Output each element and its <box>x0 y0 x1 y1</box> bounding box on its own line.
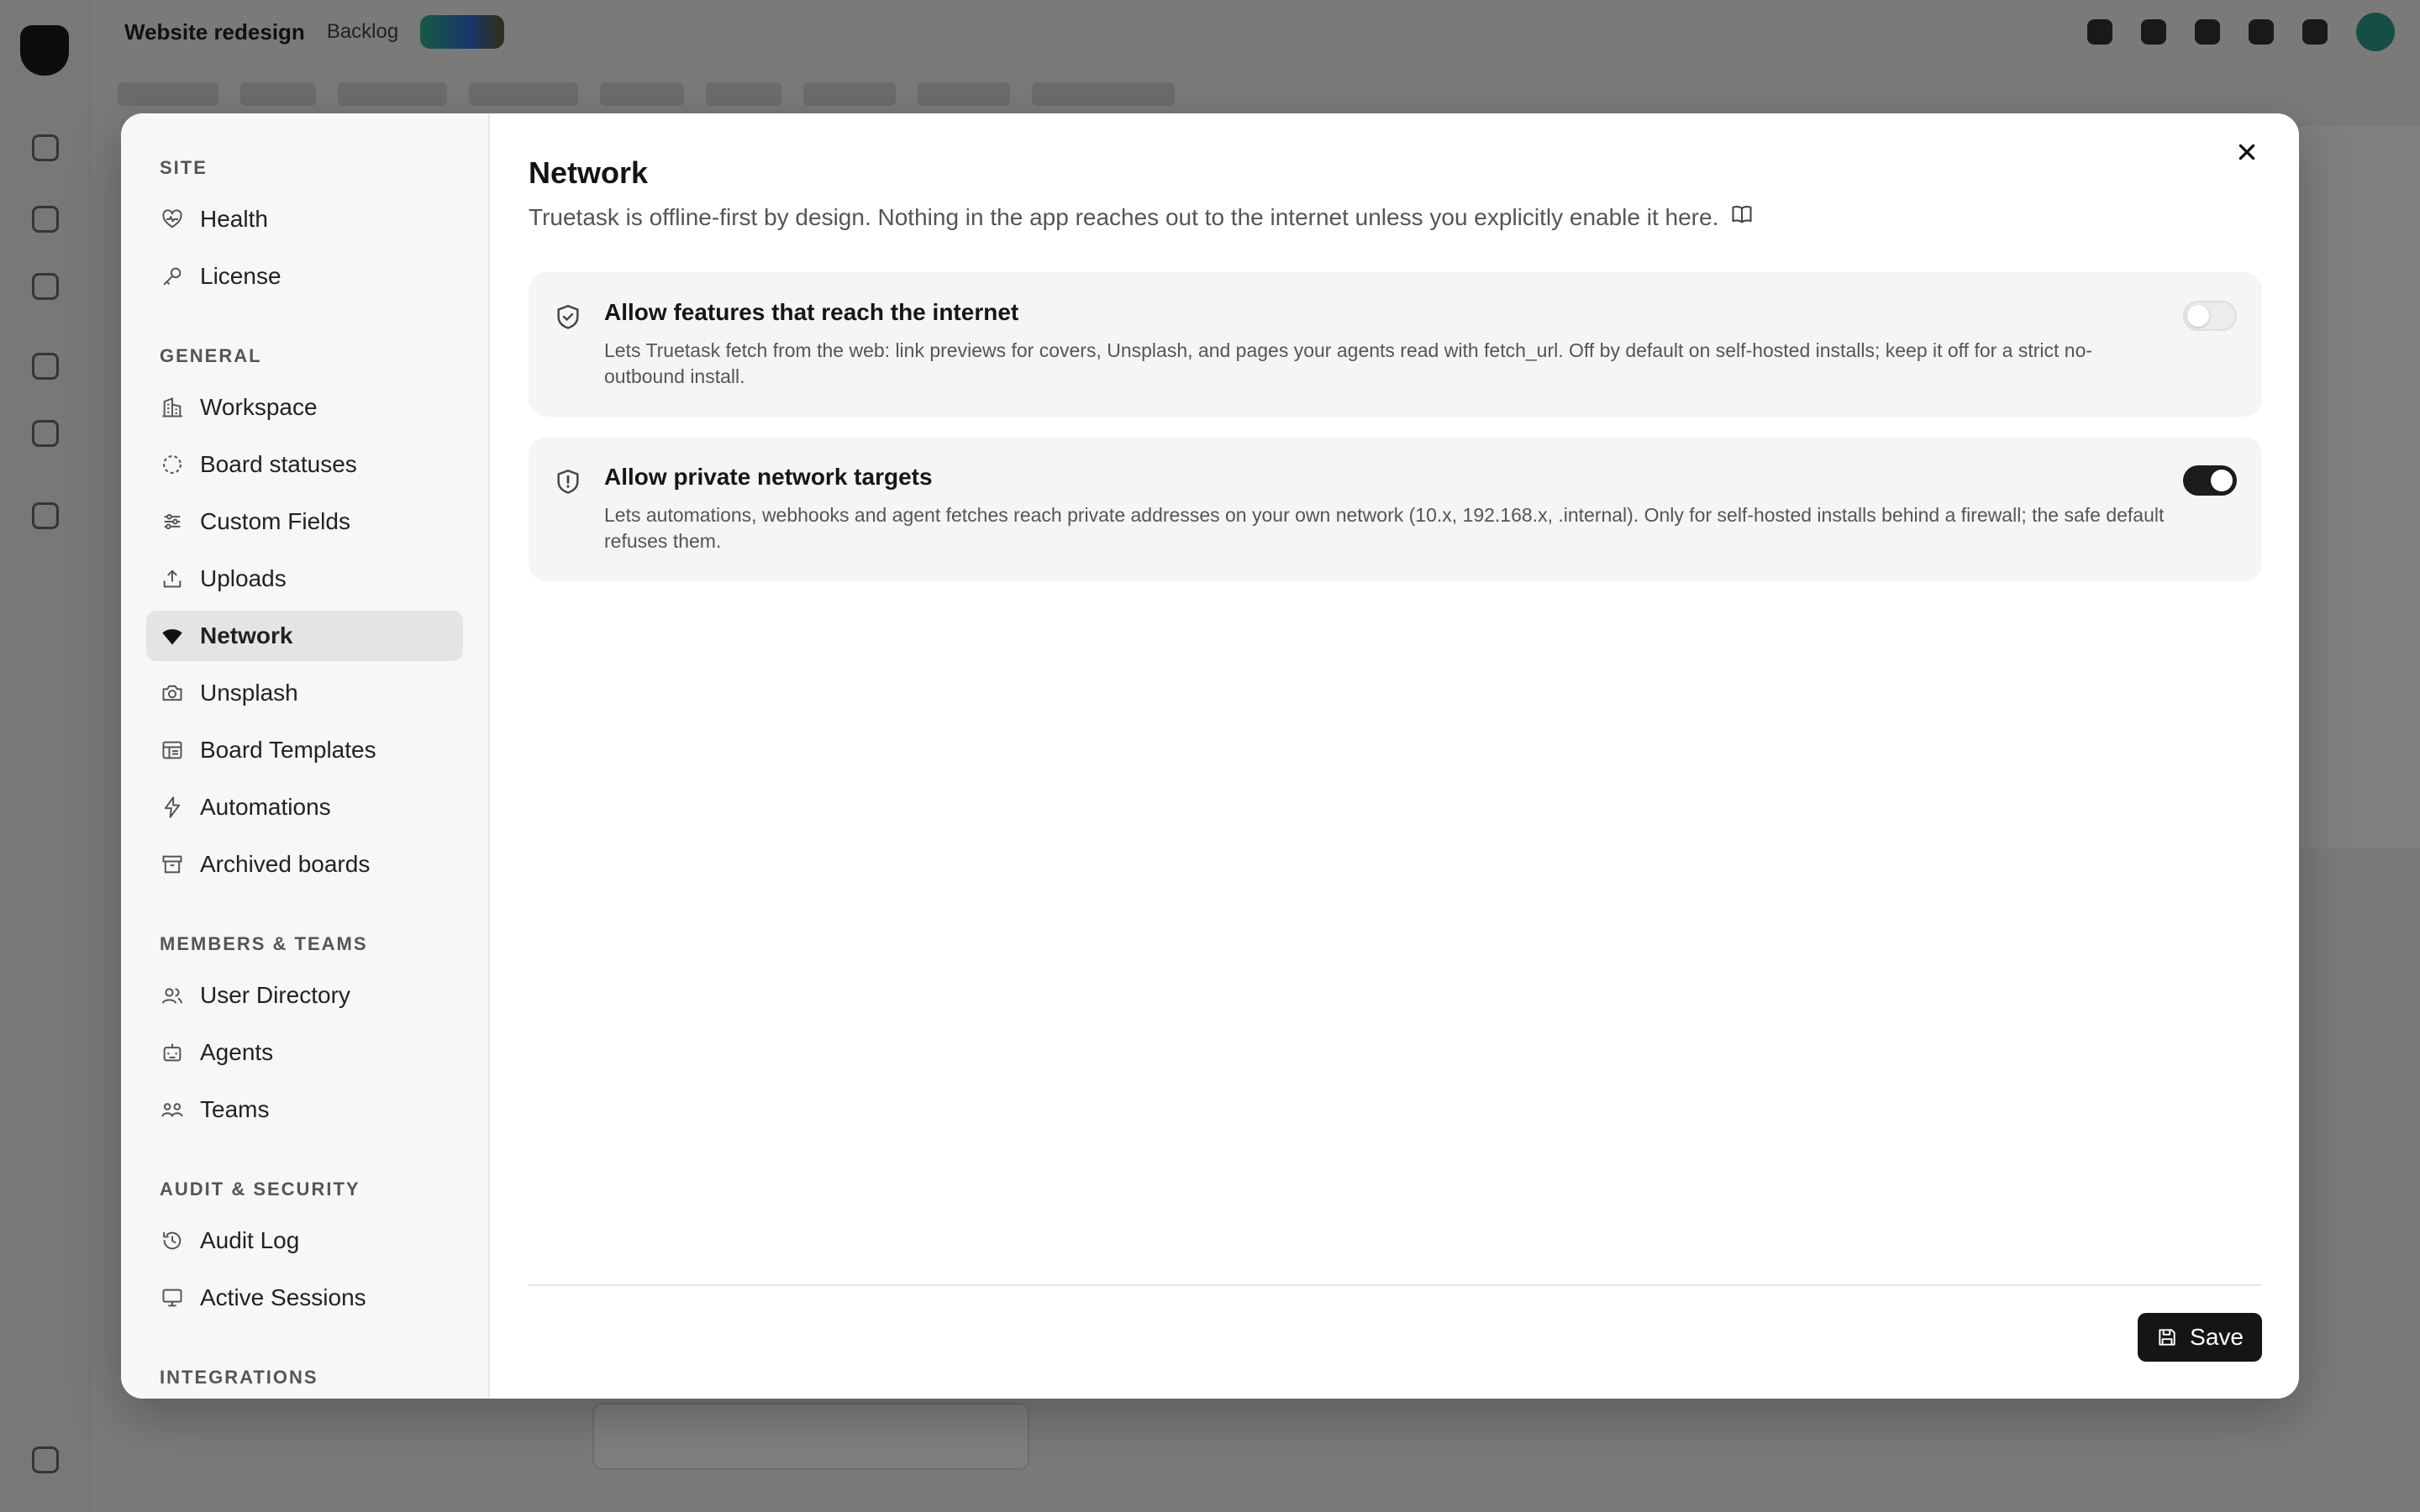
section-title-site: SITE <box>160 157 208 178</box>
camera-icon <box>160 680 185 706</box>
sidebar-item-workspace[interactable]: Workspace <box>146 382 463 433</box>
key-icon <box>160 264 185 289</box>
sidebar-item-label: Network <box>200 622 293 648</box>
save-button[interactable]: Save <box>2138 1313 2262 1362</box>
settings-content: Network Truetask is offline-first by des… <box>490 113 2299 1399</box>
book-icon[interactable] <box>1730 202 1754 232</box>
sidebar-item-automations[interactable]: Automations <box>146 782 463 832</box>
sidebar-item-teams[interactable]: Teams <box>146 1084 463 1135</box>
sidebar-item-label: Board statuses <box>200 451 357 477</box>
sidebar-item-label: Health <box>200 206 268 232</box>
building-icon <box>160 395 185 420</box>
setting-toggle[interactable] <box>2183 465 2237 496</box>
sidebar-item-label: Workspace <box>200 394 318 420</box>
setting-title: Allow features that reach the internet <box>604 299 1019 325</box>
page-title: Network <box>529 155 649 190</box>
section-title-members-and-teams: MEMBERS & TEAMS <box>160 933 368 954</box>
sidebar-item-unsplash[interactable]: Unsplash <box>146 668 463 718</box>
settings-list: Allow features that reach the internet Le… <box>529 272 2262 581</box>
sidebar-item-label: User Directory <box>200 982 350 1008</box>
save-button-label: Save <box>2190 1324 2244 1350</box>
sidebar-item-custom-fields[interactable]: Custom Fields <box>146 496 463 547</box>
sidebar-item-archived-boards[interactable]: Archived boards <box>146 839 463 890</box>
close-button[interactable] <box>2227 132 2267 172</box>
heart-pulse-icon <box>160 207 185 232</box>
sidebar-item-label: Agents <box>200 1039 274 1065</box>
section-title-general: GENERAL <box>160 345 262 366</box>
bot-icon <box>160 1040 185 1065</box>
setting-description: Lets automations, webhooks and agent fet… <box>604 504 2165 552</box>
sidebar-item-network[interactable]: Network <box>146 611 463 661</box>
sidebar-item-board-templates[interactable]: Board Templates <box>146 725 463 775</box>
setting-description: Lets Truetask fetch from the web: link p… <box>604 339 2093 387</box>
shield-alert-icon <box>554 467 582 496</box>
sidebar-item-active-sessions[interactable]: Active Sessions <box>146 1273 463 1323</box>
sidebar-item-label: Audit Log <box>200 1227 300 1253</box>
sidebar-item-board-statuses[interactable]: Board statuses <box>146 439 463 490</box>
template-icon <box>160 738 185 763</box>
history-icon <box>160 1228 185 1253</box>
wifi-icon <box>160 623 185 648</box>
section-title-integrations: INTEGRATIONS <box>160 1367 318 1388</box>
save-icon <box>2159 1329 2175 1346</box>
sidebar-item-audit-log[interactable]: Audit Log <box>146 1215 463 1266</box>
sidebar-item-user-directory[interactable]: User Directory <box>146 970 463 1021</box>
sliders-icon <box>160 509 185 534</box>
sidebar-item-label: Board Templates <box>200 737 376 763</box>
sidebar-item-health[interactable]: Health <box>146 194 463 244</box>
team-icon <box>160 1097 185 1122</box>
sidebar-item-label: Uploads <box>200 565 287 591</box>
setting-card-allow-private-network-targets: Allow private network targets Lets automa… <box>529 437 2262 581</box>
toggle-knob <box>2211 470 2233 491</box>
page-description-text: Truetask is offline-first by design. Not… <box>529 203 1719 230</box>
sidebar-item-license[interactable]: License <box>146 251 463 302</box>
sidebar-item-label: Custom Fields <box>200 508 350 534</box>
setting-toggle[interactable] <box>2183 301 2237 331</box>
toggle-knob <box>2187 305 2209 327</box>
archive-icon <box>160 852 185 877</box>
monitor-icon <box>160 1285 185 1310</box>
users-icon <box>160 983 185 1008</box>
sidebar-item-agents[interactable]: Agents <box>146 1027 463 1078</box>
lightning-icon <box>160 795 185 820</box>
sidebar-item-label: License <box>200 263 281 289</box>
section-title-audit-and-security: AUDIT & SECURITY <box>160 1179 360 1200</box>
sidebar-item-label: Unsplash <box>200 680 298 706</box>
setting-card-allow-features-that-reach-the-internet: Allow features that reach the internet Le… <box>529 272 2262 417</box>
close-icon <box>2238 144 2255 160</box>
shield-check-icon <box>554 302 582 331</box>
setting-title: Allow private network targets <box>604 464 933 490</box>
settings-modal: SITE Health License GENERAL Workspace Board s… <box>121 113 2299 1399</box>
sidebar-item-label: Automations <box>200 794 331 820</box>
settings-sidebar: SITE Health License GENERAL Workspace Board s… <box>121 113 490 1399</box>
sidebar-item-uploads[interactable]: Uploads <box>146 554 463 604</box>
sidebar-item-label: Archived boards <box>200 851 371 877</box>
sidebar-item-label: Teams <box>200 1096 270 1122</box>
modal-footer: Save <box>529 1284 2262 1399</box>
upload-icon <box>160 566 185 591</box>
sidebar-item-label: Active Sessions <box>200 1284 366 1310</box>
dashed-circle-icon <box>160 452 185 477</box>
page-description: Truetask is offline-first by design. Not… <box>529 202 2262 232</box>
